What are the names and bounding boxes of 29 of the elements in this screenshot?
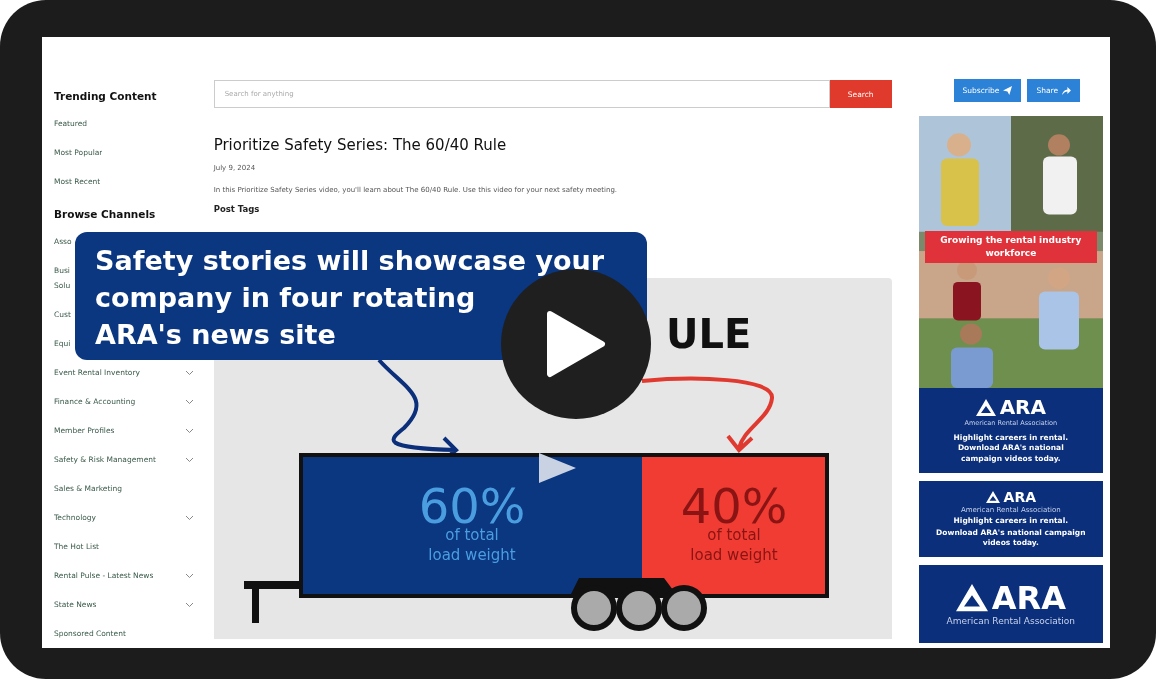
caption-text: of total [444,526,499,544]
triangle-logo-icon [975,398,996,416]
org-name: American Rental Association [946,616,1076,626]
paper-plane-icon [1003,86,1013,95]
chevron-down-icon[interactable] [184,369,194,376]
chevron-down-icon[interactable] [184,514,194,521]
section-heading: Browse Channels [54,206,157,222]
ad-banner: Growing the rental industry workforce [924,231,1097,263]
play-icon [546,310,606,378]
logo-text: ARA [999,397,1046,418]
triangle-logo-icon [985,490,1000,503]
chevron-down-icon[interactable] [184,398,194,405]
play-icon [538,453,576,483]
ad-card[interactable]: ARA American Rental Association [918,565,1103,643]
section-heading: Trending Content [54,89,158,105]
chevron-down-icon[interactable] [184,572,194,579]
heading-text: ULE [665,311,751,357]
caption-text: load weight [689,546,778,564]
chevron-down-icon[interactable] [184,427,194,434]
triangle-logo-icon [955,584,988,612]
tags-heading: Post Tags [213,204,261,214]
logo-text: ARA [1003,489,1037,504]
caption-text: of total [706,526,761,544]
chevron-down-icon[interactable] [184,601,194,608]
logo-text: ARA [991,582,1066,614]
share-arrow-icon [1062,86,1072,95]
post-title: Prioritize Safety Series: The 60/40 Rule [213,136,508,154]
chevron-down-icon[interactable] [184,456,194,463]
caption-text: load weight [427,546,516,564]
